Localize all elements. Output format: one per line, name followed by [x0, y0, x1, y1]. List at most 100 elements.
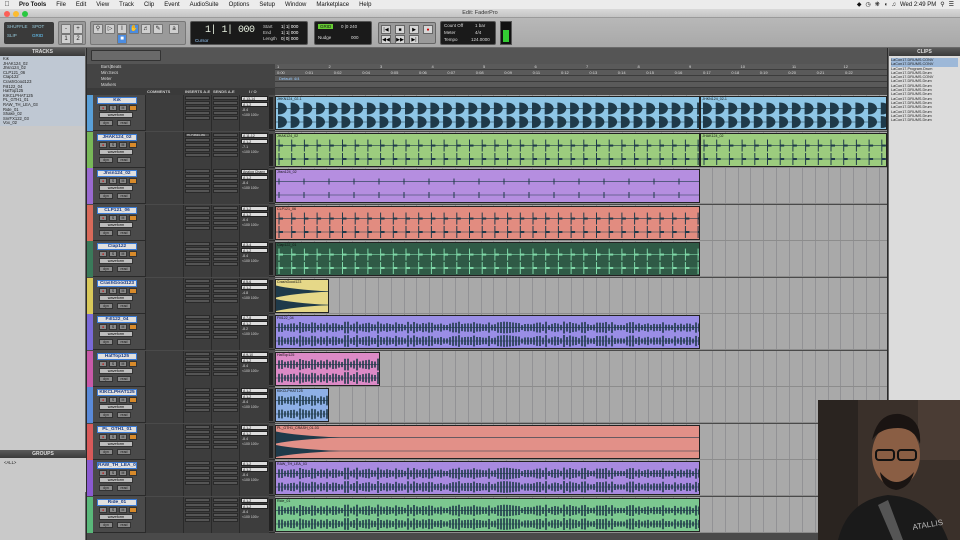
insert-slot[interactable] [185, 220, 210, 225]
insert-slot[interactable] [185, 298, 210, 303]
record-enable-button[interactable]: ● [99, 470, 107, 476]
playlist-button[interactable]: dyn [99, 193, 113, 199]
menu-clip[interactable]: Clip [139, 2, 159, 8]
send-slot[interactable] [213, 179, 238, 183]
track-comments[interactable] [145, 131, 183, 168]
track-color-bar[interactable] [87, 168, 93, 204]
input-monitor-button[interactable] [129, 251, 137, 257]
rewind-button[interactable]: ◀◀ [381, 35, 391, 44]
insert-slot[interactable] [185, 142, 210, 147]
clock[interactable]: Wed 2:49 PM [900, 2, 936, 8]
main-counter[interactable]: 1| 1| 000 Cursor Start End Length 1| 1| … [190, 21, 308, 45]
send-slot[interactable] [213, 335, 238, 339]
send-slot[interactable] [213, 517, 238, 522]
insert-slot[interactable] [185, 497, 210, 502]
send-slot[interactable] [213, 461, 238, 465]
input-selector[interactable]: A 1-2 [241, 388, 268, 393]
insert-slot[interactable] [185, 288, 210, 293]
send-slot[interactable] [213, 507, 238, 512]
insert-slot[interactable] [185, 393, 210, 397]
send-slot[interactable] [213, 247, 238, 251]
send-slot[interactable] [213, 225, 238, 230]
solo-button[interactable]: S [109, 360, 117, 367]
track-name[interactable]: Jhsn124_02 [97, 170, 137, 177]
keyboard-focus-icon[interactable]: a [169, 24, 179, 34]
playlist-button[interactable]: dyn [99, 521, 113, 528]
insert-slot[interactable] [185, 205, 210, 210]
solo-button[interactable]: S [109, 506, 117, 513]
track-comments[interactable] [145, 241, 183, 277]
playlist-button[interactable]: dyn [99, 375, 113, 382]
solo-button[interactable]: S [109, 397, 117, 403]
insert-slot[interactable] [185, 439, 210, 444]
track-color-bar[interactable] [87, 204, 93, 241]
solo-button[interactable]: S [109, 105, 117, 111]
audio-clip[interactable]: PL_GTH1_CRASH_01-03 [275, 424, 701, 459]
send-slot[interactable] [213, 466, 238, 470]
send-slot[interactable] [213, 116, 238, 120]
track-lane[interactable]: JHKN124_02-1 JHKN124_02-1 [275, 95, 887, 131]
audio-clip[interactable]: JHAK124_02 [275, 132, 701, 167]
send-slot[interactable] [213, 366, 238, 371]
minimize-window-button[interactable] [13, 10, 19, 17]
track-view-selector[interactable]: waveform [99, 331, 133, 337]
menu-window[interactable]: Window [280, 2, 311, 8]
search-icon[interactable]: ⚲ [940, 1, 944, 8]
solo-button[interactable]: S [109, 287, 117, 294]
insert-slot[interactable] [185, 247, 210, 251]
send-slot[interactable] [213, 252, 238, 256]
input-monitor-button[interactable] [129, 105, 137, 111]
track-view-selector[interactable]: waveform [99, 367, 133, 374]
automation-mode-button[interactable]: read [117, 339, 131, 345]
zoom-window-button[interactable] [22, 10, 28, 17]
input-monitor-button[interactable] [129, 397, 137, 403]
send-slot[interactable] [213, 481, 238, 485]
track-view-selector[interactable]: waveform [99, 221, 133, 228]
audio-clip[interactable]: JHKN124_02-1 [700, 96, 887, 130]
send-slot[interactable] [213, 293, 238, 298]
insert-slot[interactable] [185, 315, 210, 319]
insert-slot[interactable] [185, 429, 210, 434]
tempo-value[interactable]: 124.0000 [471, 37, 490, 42]
record-enable-button[interactable]: ● [99, 360, 107, 367]
send-slot[interactable] [213, 262, 238, 266]
solo-button[interactable]: S [109, 470, 117, 476]
insert-slot[interactable] [185, 137, 210, 142]
close-window-button[interactable] [4, 10, 10, 17]
insert-slot[interactable] [185, 356, 210, 361]
audio-clip[interactable]: Jhsn124_02 [275, 169, 701, 203]
send-slot[interactable] [213, 257, 238, 261]
insert-slot[interactable] [185, 169, 210, 173]
insert-slot[interactable] [185, 106, 210, 110]
overview-strip[interactable] [91, 50, 161, 61]
pan-value[interactable]: <100 100> [240, 369, 269, 374]
automation-mode-button[interactable]: read [117, 156, 131, 163]
grabber-tool-icon[interactable]: ✋ [129, 24, 139, 34]
insert-slot[interactable] [185, 252, 210, 256]
track-name[interactable]: RAW_TH_LEA_03 [97, 462, 137, 469]
track-lane[interactable]: Clap122_01 [275, 241, 887, 277]
input-selector[interactable]: A 13-14 [241, 96, 268, 101]
pan-value[interactable]: <100 100> [240, 223, 269, 228]
menu-file[interactable]: File [51, 2, 71, 8]
insert-slot[interactable] [185, 424, 210, 429]
output-selector[interactable]: A 1-2 [241, 430, 268, 436]
meter-marker[interactable]: Default: 4/4 [279, 76, 299, 81]
automation-mode-button[interactable]: read [117, 229, 131, 236]
insert-slot[interactable] [185, 398, 210, 402]
record-enable-button[interactable]: ● [99, 251, 107, 257]
input-monitor-button[interactable] [129, 433, 137, 440]
count-off-label[interactable]: Count Off [444, 23, 463, 28]
insert-slot[interactable] [185, 444, 210, 449]
pan-value[interactable]: <100 100> [240, 150, 269, 155]
dropbox-icon[interactable]: ◆ [857, 1, 862, 8]
output-selector[interactable]: A 1-2 [241, 467, 268, 472]
trim-tool-icon[interactable]: ▷ [105, 24, 115, 34]
zoom-in-button[interactable]: + [73, 24, 83, 34]
pan-value[interactable]: <100 100> [240, 113, 269, 118]
track-name[interactable]: HatTop125 [97, 352, 137, 360]
insert-slot[interactable] [185, 116, 210, 120]
output-selector[interactable]: A 1-2 [241, 503, 268, 509]
pan-value[interactable]: <100 100> [240, 259, 269, 264]
track-color-bar[interactable] [87, 95, 93, 131]
